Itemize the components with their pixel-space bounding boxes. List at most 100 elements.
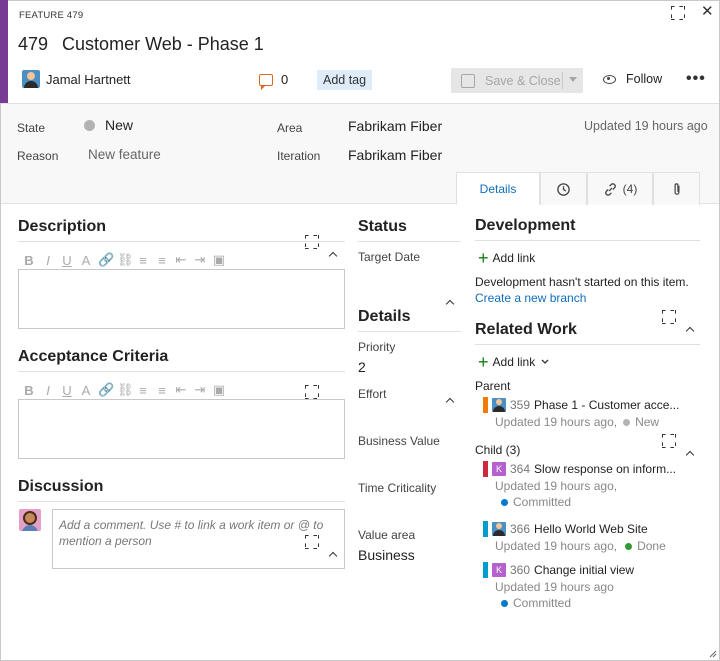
link-insert-icon[interactable]: 🔗: [98, 252, 114, 268]
close-icon[interactable]: ✕: [701, 2, 714, 20]
divider: [358, 331, 461, 332]
add-tag-button[interactable]: Add tag: [317, 70, 373, 90]
maximize-development-icon[interactable]: [662, 310, 674, 322]
link-insert-icon[interactable]: 🔗: [98, 382, 114, 398]
bullet-list-icon[interactable]: ≡: [136, 383, 150, 398]
work-item-title[interactable]: Customer Web - Phase 1: [62, 34, 264, 54]
related-item-360[interactable]: K 360 Change initial view Updated 19 hou…: [483, 562, 634, 610]
maximize-related-icon[interactable]: [662, 434, 674, 446]
work-item-type-color-bar: [0, 0, 8, 103]
divider: [358, 241, 461, 242]
avatar: [19, 509, 41, 531]
priority-field[interactable]: 2: [358, 359, 366, 375]
divider: [18, 501, 345, 502]
comments-count[interactable]: 0: [259, 72, 288, 90]
collapse-status-icon[interactable]: [446, 298, 454, 306]
tab-history[interactable]: [540, 172, 587, 205]
create-branch-link[interactable]: Create a new branch: [475, 291, 586, 305]
tab-bar: Details (4): [456, 172, 700, 205]
assignee-picker[interactable]: Jamal Hartnett: [22, 70, 131, 88]
highlight-icon[interactable]: A: [79, 383, 93, 398]
italic-icon[interactable]: I: [41, 383, 55, 398]
related-item-359[interactable]: 359 Phase 1 - Customer acce... Updated 1…: [483, 397, 679, 429]
outdent-icon[interactable]: ⇤: [174, 382, 188, 398]
tab-links[interactable]: (4): [587, 172, 653, 205]
page-title[interactable]: 479 Customer Web - Phase 1: [18, 34, 264, 55]
add-related-link-button[interactable]: + Add link: [478, 352, 550, 372]
chevron-down-icon: [541, 359, 549, 364]
divider: [475, 344, 700, 345]
image-icon[interactable]: ▣: [212, 382, 226, 398]
time-criticality-field[interactable]: [358, 498, 458, 518]
value-area-label: Value area: [358, 528, 416, 542]
description-editor[interactable]: [18, 269, 345, 329]
plus-icon: +: [478, 352, 489, 372]
avatar: [492, 522, 506, 536]
paperclip-icon: [674, 182, 679, 195]
description-toolbar: B I U A 🔗 ⛓ ≡ ≡ ⇤ ⇥ ▣: [22, 252, 226, 268]
bold-icon[interactable]: B: [22, 253, 36, 268]
collapse-details-icon[interactable]: [446, 396, 454, 404]
target-date-label: Target Date: [358, 250, 421, 264]
area-field[interactable]: Fabrikam Fiber: [348, 118, 442, 134]
eye-icon: [603, 74, 616, 84]
target-date-field[interactable]: [358, 266, 458, 286]
save-close-button: Save & Close: [451, 68, 583, 93]
italic-icon[interactable]: I: [41, 253, 55, 268]
comment-input[interactable]: Add a comment. Use # to link a work item…: [52, 509, 345, 569]
area-label: Area: [277, 121, 303, 135]
follow-button[interactable]: Follow: [603, 72, 662, 86]
highlight-icon[interactable]: A: [79, 253, 93, 268]
resize-grip-icon[interactable]: [707, 648, 717, 658]
avatar: K: [492, 462, 506, 476]
numbered-list-icon[interactable]: ≡: [155, 383, 169, 398]
value-area-field[interactable]: Business: [358, 547, 415, 563]
comment-icon: [259, 73, 273, 90]
numbered-list-icon[interactable]: ≡: [155, 253, 169, 268]
indent-icon[interactable]: ⇥: [193, 252, 207, 268]
collapse-development-icon[interactable]: [686, 325, 694, 333]
related-item-title[interactable]: Phase 1 - Customer acce...: [534, 398, 679, 412]
effort-label: Effort: [358, 387, 387, 401]
avatar: K: [492, 563, 506, 577]
outdent-icon[interactable]: ⇤: [174, 252, 188, 268]
state-dot-icon: [501, 599, 508, 607]
related-item-366[interactable]: 366 Hello World Web Site Updated 19 hour…: [483, 521, 666, 553]
related-item-title[interactable]: Hello World Web Site: [534, 522, 648, 536]
unlink-icon[interactable]: ⛓: [117, 252, 134, 268]
effort-field[interactable]: [358, 404, 458, 424]
business-value-label: Business Value: [358, 434, 440, 448]
tab-attachments[interactable]: [653, 172, 700, 205]
reason-field[interactable]: New feature: [88, 147, 161, 162]
related-item-title[interactable]: Slow response on inform...: [534, 462, 676, 476]
status-section-title: Status: [358, 218, 407, 235]
iteration-field[interactable]: Fabrikam Fiber: [348, 147, 442, 163]
acceptance-criteria-editor[interactable]: [18, 399, 345, 459]
related-item-364[interactable]: K 364 Slow response on inform... Updated…: [483, 461, 676, 509]
underline-icon[interactable]: U: [60, 253, 74, 268]
chevron-down-icon: [569, 77, 577, 82]
more-actions-button[interactable]: •••: [686, 70, 706, 88]
unlink-icon[interactable]: ⛓: [117, 382, 134, 398]
collapse-related-icon[interactable]: [686, 449, 694, 457]
discussion-title: Discussion: [18, 478, 104, 495]
acceptance-criteria-title: Acceptance Criteria: [18, 348, 169, 365]
add-development-link-button[interactable]: + Add link: [478, 249, 535, 267]
maximize-acceptance-icon[interactable]: [305, 385, 317, 397]
acceptance-toolbar: B I U A 🔗 ⛓ ≡ ≡ ⇤ ⇥ ▣: [22, 382, 226, 398]
image-icon[interactable]: ▣: [212, 252, 226, 268]
collapse-description-icon[interactable]: [329, 250, 337, 258]
tab-details[interactable]: Details: [456, 172, 540, 205]
fullscreen-icon[interactable]: [671, 6, 683, 18]
state-field[interactable]: New: [84, 117, 133, 133]
underline-icon[interactable]: U: [60, 383, 74, 398]
business-value-field[interactable]: [358, 451, 458, 471]
time-criticality-label: Time Criticality: [358, 481, 437, 495]
bullet-list-icon[interactable]: ≡: [136, 253, 150, 268]
iteration-label: Iteration: [277, 149, 321, 163]
indent-icon[interactable]: ⇥: [193, 382, 207, 398]
details-section-title: Details: [358, 308, 411, 325]
work-item-id: 479: [18, 34, 49, 54]
bold-icon[interactable]: B: [22, 383, 36, 398]
related-item-title[interactable]: Change initial view: [534, 563, 634, 577]
